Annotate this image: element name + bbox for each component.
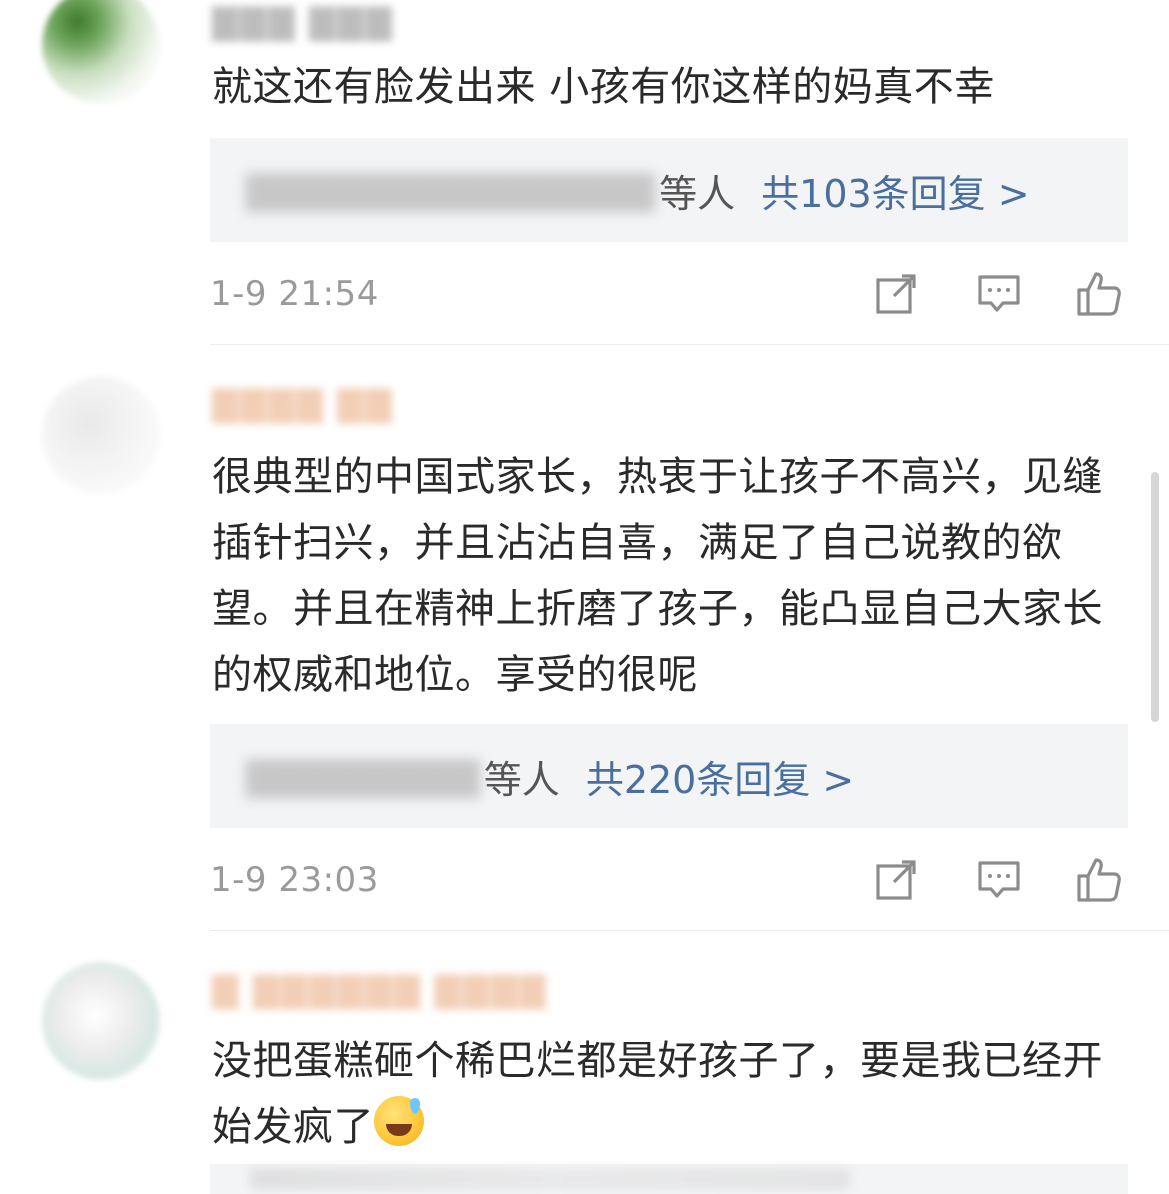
reply-names-redacted: ▇▇▇▇▇▇▇▇ bbox=[246, 754, 480, 798]
comment-text-body: 没把蛋糕砸个稀巴烂都是好孩子了，要是我已经开始发疯了 bbox=[212, 1038, 1103, 1150]
divider bbox=[210, 930, 1169, 931]
reply-preview[interactable] bbox=[210, 1164, 1128, 1194]
comment-text: 没把蛋糕砸个稀巴烂都是好孩子了，要是我已经开始发疯了 bbox=[212, 1028, 1132, 1160]
comment-text: 就这还有脸发出来 小孩有你这样的妈真不幸 bbox=[212, 64, 995, 110]
grinning-sweat-emoji-icon bbox=[374, 1096, 424, 1146]
share-icon[interactable] bbox=[874, 856, 920, 902]
view-replies-link[interactable]: 共220条回复 > bbox=[586, 749, 854, 804]
reply-suffix: 等人 bbox=[483, 757, 560, 802]
like-icon[interactable] bbox=[1076, 856, 1122, 902]
reply-preview[interactable]: ▇▇▇▇▇▇▇▇ 等人 共220条回复 > bbox=[210, 724, 1128, 828]
username-redacted[interactable]: ▇▇▇▇ ▇▇ bbox=[212, 384, 432, 424]
share-icon[interactable] bbox=[874, 270, 920, 316]
reply-names-redacted bbox=[250, 1168, 850, 1190]
username-redacted[interactable]: ▇▇▇ ▇▇▇ bbox=[212, 2, 422, 42]
comment-actions-row: 1-9 21:54 bbox=[210, 270, 1128, 320]
avatar[interactable] bbox=[42, 376, 160, 494]
avatar[interactable] bbox=[42, 0, 160, 104]
timestamp: 1-9 23:03 bbox=[210, 860, 379, 900]
like-icon[interactable] bbox=[1076, 270, 1122, 316]
reply-preview[interactable]: ▇▇▇▇▇▇▇▇▇▇▇▇▇▇ 等人 共103条回复 > bbox=[210, 138, 1128, 242]
comment-text: 很典型的中国式家长，热衷于让孩子不高兴，见缝插针扫兴，并且沾沾自喜，满足了自己说… bbox=[212, 454, 1103, 698]
divider bbox=[210, 344, 1169, 345]
comment-icon[interactable] bbox=[976, 856, 1022, 902]
reply-suffix: 等人 bbox=[659, 171, 736, 216]
reply-names-redacted: ▇▇▇▇▇▇▇▇▇▇▇▇▇▇ bbox=[246, 168, 656, 212]
comment-actions-row: 1-9 23:03 bbox=[210, 856, 1128, 906]
avatar[interactable] bbox=[42, 962, 160, 1080]
scrollbar[interactable] bbox=[1151, 472, 1159, 722]
comment-icon[interactable] bbox=[976, 270, 1022, 316]
timestamp: 1-9 21:54 bbox=[210, 274, 379, 314]
username-redacted[interactable]: ▇ ▇▇▇▇▇▇ ▇▇▇▇ bbox=[212, 970, 692, 1010]
view-replies-link[interactable]: 共103条回复 > bbox=[761, 163, 1029, 218]
